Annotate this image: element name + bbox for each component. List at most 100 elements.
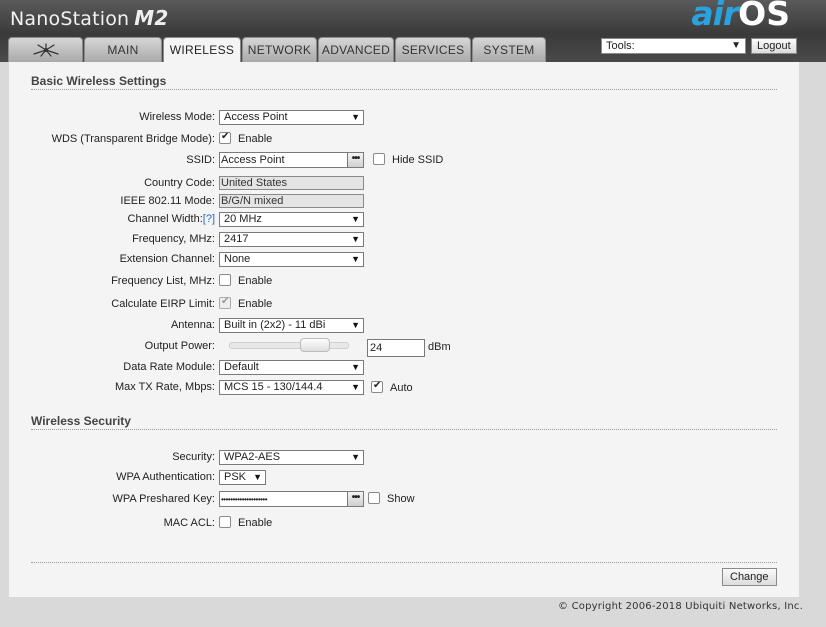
extension-channel-row: Extension Channel: None ▼ [9, 252, 799, 268]
channel-width-help-link[interactable]: [?] [203, 213, 215, 225]
channel-width-select[interactable]: 20 MHz ▼ [219, 212, 364, 227]
dropdown-arrow-icon: ▼ [351, 112, 360, 122]
keyboard-icon[interactable]: ••• [347, 491, 364, 507]
max-tx-auto-checkbox[interactable] [371, 380, 383, 394]
ssid-label: SSID: [186, 154, 215, 166]
country-label: Country Code: [144, 177, 215, 189]
tools-bar: Tools: ▼ Logout [601, 38, 797, 54]
eirp-enable-text: Enable [238, 298, 273, 311]
dropdown-arrow-icon: ▼ [351, 234, 360, 244]
channel-width-label: Channel Width:[?] [128, 213, 215, 225]
tab-network[interactable]: NETWORK [242, 37, 317, 62]
antenna-value: Built in (2x2) - 11 dBi [224, 319, 326, 331]
max-tx-value: MCS 15 - 130/144.4 [224, 381, 323, 393]
security-select[interactable]: WPA2-AES ▼ [219, 450, 364, 465]
data-rate-select[interactable]: Default ▼ [219, 360, 364, 375]
wds-row: WDS (Transparent Bridge Mode): Enable [9, 131, 799, 148]
frequency-label: Frequency, MHz: [132, 233, 215, 245]
frequency-row: Frequency, MHz: 2417 ▼ [9, 232, 799, 248]
wpa-auth-select[interactable]: PSK ▼ [219, 470, 266, 485]
extension-channel-label: Extension Channel: [119, 253, 215, 265]
output-power-slider[interactable] [229, 338, 349, 352]
eirp-label: Calculate EIRP Limit: [111, 298, 215, 310]
product-name: NanoStation M2 [10, 6, 169, 30]
logo-air-text: air [691, 0, 739, 33]
tab-main[interactable]: MAIN [84, 37, 162, 62]
mac-acl-checkbox[interactable] [219, 516, 231, 529]
tab-advanced[interactable]: ADVANCED [318, 37, 394, 62]
dropdown-arrow-icon: ▼ [253, 472, 262, 482]
antenna-select[interactable]: Built in (2x2) - 11 dBi ▼ [219, 318, 364, 333]
max-tx-label: Max TX Rate, Mbps: [114, 381, 215, 393]
wds-enable-text: Enable [238, 133, 273, 146]
main-tabs: MAIN WIRELESS NETWORK ADVANCED SERVICES … [8, 37, 547, 63]
security-value: WPA2-AES [224, 451, 281, 463]
psk-row: WPA Preshared Key: •••••••••••••••••••• … [9, 491, 799, 508]
ssid-row: SSID: Access Point ••• Hide SSID [9, 152, 799, 169]
tab-services[interactable]: SERVICES [395, 37, 471, 62]
tab-ubiquiti[interactable] [8, 37, 83, 62]
frequency-select[interactable]: 2417 ▼ [219, 232, 364, 247]
wds-checkbox[interactable] [219, 131, 231, 145]
hide-ssid-text: Hide SSID [392, 154, 444, 167]
wireless-mode-row: Wireless Mode: Access Point ▼ [9, 110, 799, 126]
extension-channel-value: None [224, 253, 251, 265]
psk-input[interactable]: •••••••••••••••••••• ••• [219, 491, 364, 507]
wireless-mode-value: Access Point [224, 111, 288, 123]
mac-acl-label: MAC ACL: [163, 517, 215, 529]
data-rate-row: Data Rate Module: Default ▼ [9, 360, 799, 376]
hide-ssid-checkbox[interactable] [373, 153, 385, 166]
eirp-checkbox[interactable] [219, 296, 231, 310]
output-power-input[interactable]: 24 [367, 339, 425, 357]
mac-acl-enable-text: Enable [238, 517, 273, 530]
ssid-value: Access Point [221, 154, 285, 166]
max-tx-auto-text: Auto [390, 382, 413, 395]
antenna-label: Antenna: [170, 319, 215, 331]
slider-handle[interactable] [300, 338, 330, 352]
tools-select[interactable]: Tools: ▼ [601, 38, 746, 54]
bottom-divider [31, 562, 777, 563]
country-field: United States [219, 176, 364, 190]
copyright-footer: © Copyright 2006-2018 Ubiquiti Networks,… [558, 601, 803, 612]
header-bar: NanoStation M2 airOS MAIN WIRELESS NETWOR… [0, 0, 826, 63]
section-divider [31, 429, 777, 430]
ieee-field: B/G/N mixed [219, 194, 364, 208]
section-divider [31, 89, 777, 90]
ieee-row: IEEE 802.11 Mode: B/G/N mixed [9, 194, 799, 210]
antenna-row: Antenna: Built in (2x2) - 11 dBi ▼ [9, 318, 799, 334]
channel-width-row: Channel Width:[?] 20 MHz ▼ [9, 212, 799, 228]
mac-acl-row: MAC ACL: Enable [9, 516, 799, 532]
logout-button[interactable]: Logout [751, 38, 797, 54]
dropdown-arrow-icon: ▼ [351, 362, 360, 372]
ubiquiti-logo-icon [32, 43, 59, 57]
ssid-input[interactable]: Access Point ••• [219, 152, 364, 168]
output-power-row: Output Power: 24 dBm [9, 338, 799, 357]
dropdown-arrow-icon: ▼ [351, 382, 360, 392]
wpa-auth-label: WPA Authentication: [116, 471, 215, 483]
frequency-list-checkbox[interactable] [219, 274, 231, 287]
psk-show-text: Show [387, 493, 415, 506]
tab-system[interactable]: SYSTEM [472, 37, 546, 62]
extension-channel-select[interactable]: None ▼ [219, 252, 364, 267]
model-text: M2 [134, 6, 169, 30]
wpa-auth-row: WPA Authentication: PSK ▼ [9, 470, 799, 486]
security-section-title: Wireless Security [31, 414, 131, 428]
channel-width-value: 20 MHz [224, 213, 262, 225]
change-button[interactable]: Change [722, 568, 777, 586]
dropdown-arrow-icon: ▼ [351, 320, 360, 330]
max-tx-select[interactable]: MCS 15 - 130/144.4 ▼ [219, 380, 364, 395]
ieee-label: IEEE 802.11 Mode: [120, 195, 215, 207]
dropdown-arrow-icon: ▼ [351, 214, 360, 224]
psk-show-checkbox[interactable] [368, 492, 380, 505]
dropdown-arrow-icon: ▼ [351, 452, 360, 462]
output-power-label: Output Power: [144, 340, 215, 352]
wireless-mode-select[interactable]: Access Point ▼ [219, 110, 364, 125]
channel-width-label-text: Channel Width: [127, 213, 203, 225]
tools-label: Tools: [606, 40, 635, 52]
security-row: Security: WPA2-AES ▼ [9, 450, 799, 466]
keyboard-icon[interactable]: ••• [347, 152, 364, 168]
tab-wireless[interactable]: WIRELESS [163, 37, 241, 63]
dropdown-arrow-icon: ▼ [351, 254, 360, 264]
airos-logo: airOS [691, 0, 790, 33]
content-panel: Basic Wireless Settings Wireless Mode: A… [9, 62, 799, 597]
